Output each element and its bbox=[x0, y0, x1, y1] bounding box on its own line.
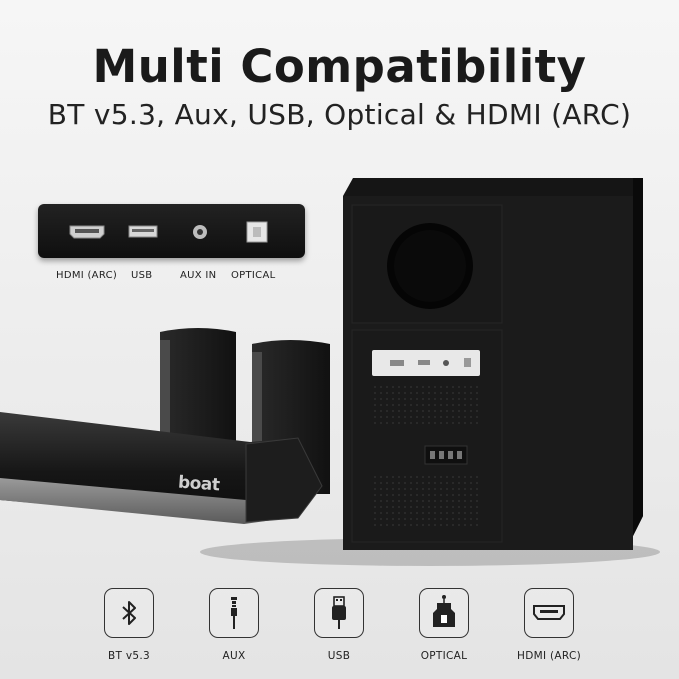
connectivity-label-hdmi: HDMI (ARC) bbox=[517, 650, 581, 662]
usb-icon bbox=[332, 596, 346, 629]
optical-connector-icon bbox=[433, 595, 455, 627]
connectivity-label-optical: OPTICAL bbox=[420, 650, 468, 662]
connectivity-hdmi-box bbox=[524, 588, 574, 638]
subwoofer bbox=[343, 178, 643, 550]
connectivity-label-aux: AUX bbox=[222, 650, 246, 662]
connectivity-usb-box bbox=[314, 588, 364, 638]
brand-logo: boat bbox=[177, 472, 221, 496]
connectivity-bt-box bbox=[104, 588, 154, 638]
connectivity-label-bt: BT v5.3 bbox=[108, 650, 150, 662]
hdmi-port-icon bbox=[533, 605, 565, 620]
product-scene bbox=[0, 178, 660, 566]
connectivity-aux-box bbox=[209, 588, 259, 638]
connectivity-optical-box bbox=[419, 588, 469, 638]
bluetooth-icon bbox=[122, 601, 136, 625]
aux-jack-icon bbox=[231, 597, 237, 629]
connectivity-label-usb: USB bbox=[327, 650, 351, 662]
satellite-speaker-left bbox=[160, 328, 236, 444]
